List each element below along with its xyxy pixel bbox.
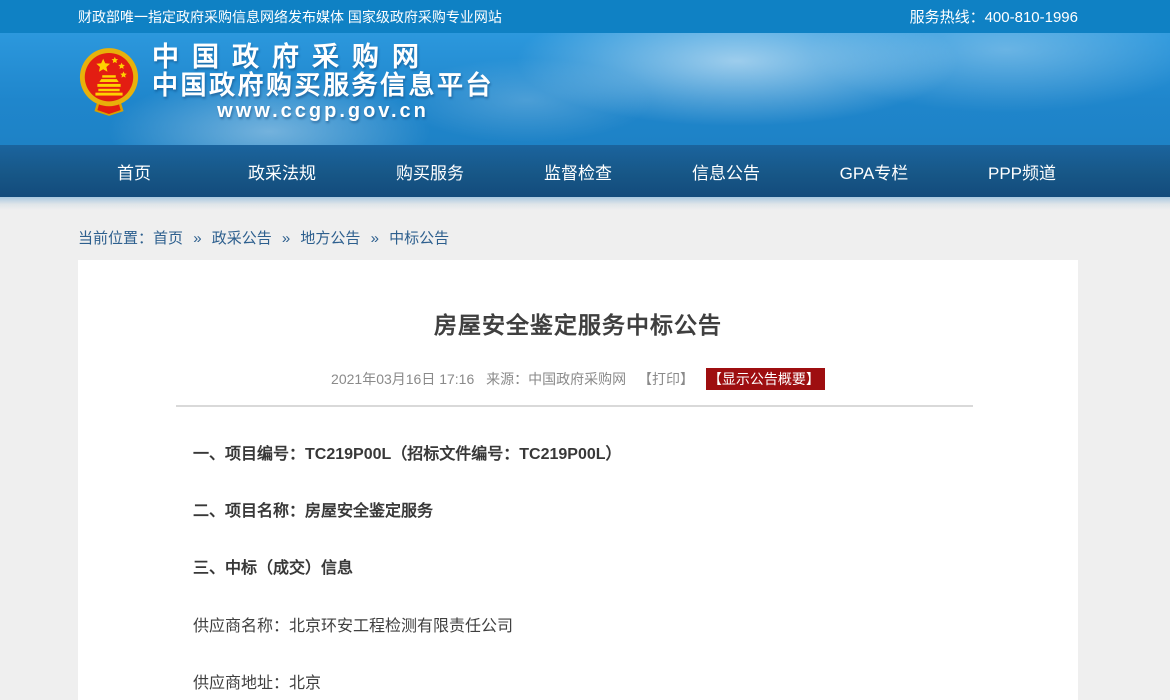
- service-hotline: 服务热线：400-810-1996: [910, 6, 1078, 27]
- divider: [176, 405, 973, 407]
- paragraph-supplier-name: 供应商名称：北京环安工程检测有限责任公司: [193, 617, 963, 636]
- breadcrumb-separator: »: [371, 230, 379, 247]
- site-name: 中国政府采购网: [152, 43, 494, 72]
- nav-shadow: [0, 197, 1170, 210]
- nav-item-ppp[interactable]: PPP频道: [948, 145, 1096, 197]
- announcement-title: 房屋安全鉴定服务中标公告: [78, 306, 1078, 340]
- site-logo-text: 中国政府采购网 中国政府购买服务信息平台 www.ccgp.gov.cn: [152, 43, 494, 122]
- show-summary-button[interactable]: 【显示公告概要】: [706, 368, 825, 390]
- announcement-card: 房屋安全鉴定服务中标公告 2021年03月16日 17:16 来源：中国政府采购…: [78, 260, 1078, 700]
- topbar-slogan: 财政部唯一指定政府采购信息网络发布媒体 国家级政府采购专业网站: [78, 7, 502, 27]
- breadcrumb-home[interactable]: 首页: [153, 230, 183, 247]
- paragraph-project-name: 二、项目名称：房屋安全鉴定服务: [193, 502, 963, 521]
- breadcrumb-local-announcements[interactable]: 地方公告: [300, 230, 360, 247]
- breadcrumb-procurement-announcements[interactable]: 政采公告: [212, 230, 272, 247]
- print-button[interactable]: 【打印】: [638, 371, 694, 387]
- paragraph-award-info-heading: 三、中标（成交）信息: [193, 559, 963, 578]
- publish-date: 2021年03月16日 17:16: [331, 371, 474, 387]
- nav-item-announcements[interactable]: 信息公告: [652, 145, 800, 197]
- site-logo-link[interactable]: 中国政府采购网 中国政府购买服务信息平台 www.ccgp.gov.cn: [78, 43, 494, 122]
- nav-item-supervision[interactable]: 监督检查: [504, 145, 652, 197]
- breadcrumb-prefix: 当前位置：: [78, 230, 153, 247]
- announcement-body: 一、项目编号：TC219P00L（招标文件编号：TC219P00L） 二、项目名…: [78, 445, 1078, 693]
- nav-item-regulations[interactable]: 政采法规: [208, 145, 356, 197]
- breadcrumb-separator: »: [193, 230, 201, 247]
- breadcrumb-award-announcements[interactable]: 中标公告: [389, 230, 449, 247]
- topbar: 财政部唯一指定政府采购信息网络发布媒体 国家级政府采购专业网站 服务热线：400…: [0, 0, 1170, 33]
- site-banner: 中国政府采购网 中国政府购买服务信息平台 www.ccgp.gov.cn: [0, 33, 1170, 145]
- paragraph-supplier-address: 供应商地址：北京: [193, 674, 963, 693]
- nav-item-home[interactable]: 首页: [60, 145, 208, 197]
- site-url: www.ccgp.gov.cn: [152, 101, 494, 122]
- breadcrumb-separator: »: [282, 230, 290, 247]
- main-nav: 首页 政采法规 购买服务 监督检查 信息公告 GPA专栏 PPP频道: [0, 145, 1170, 197]
- announcement-meta: 2021年03月16日 17:16 来源：中国政府采购网 【打印】 【显示公告概…: [78, 369, 1078, 389]
- paragraph-project-number: 一、项目编号：TC219P00L（招标文件编号：TC219P00L）: [193, 445, 963, 464]
- national-emblem-icon: [78, 47, 140, 117]
- site-subtitle: 中国政府购买服务信息平台: [152, 72, 494, 100]
- page: 财政部唯一指定政府采购信息网络发布媒体 国家级政府采购专业网站 服务热线：400…: [0, 0, 1170, 700]
- breadcrumb: 当前位置：首页 » 政采公告 » 地方公告 » 中标公告: [0, 210, 1170, 260]
- source-label: 来源：中国政府采购网: [486, 371, 626, 387]
- nav-item-purchase-services[interactable]: 购买服务: [356, 145, 504, 197]
- nav-item-gpa[interactable]: GPA专栏: [800, 145, 948, 197]
